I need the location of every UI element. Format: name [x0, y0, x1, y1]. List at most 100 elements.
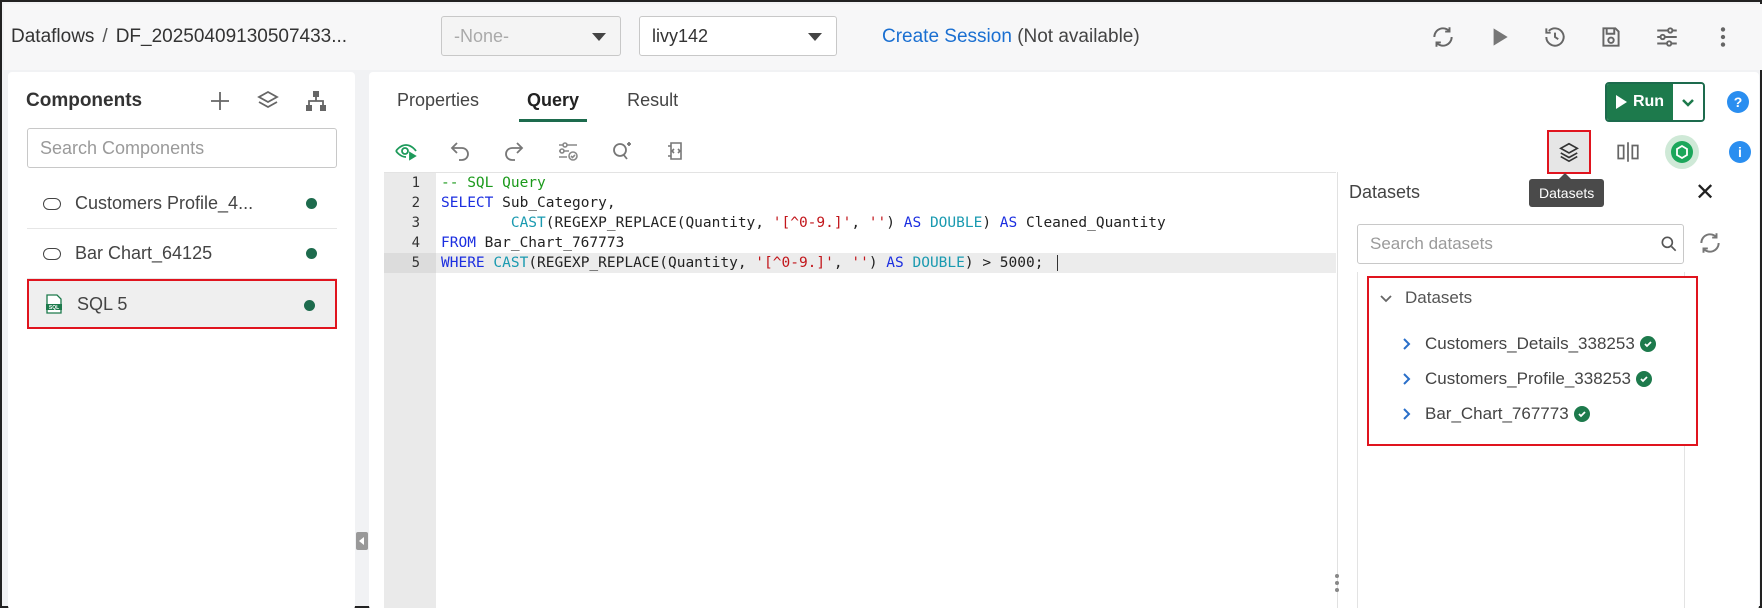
- code-string: '[^0-9.]': [755, 255, 834, 271]
- chevron-down-icon: [1682, 99, 1694, 107]
- hierarchy-button[interactable]: [301, 86, 331, 116]
- top-actions: [1428, 22, 1738, 52]
- layers-icon: [257, 90, 279, 109]
- line-number: 4: [411, 235, 420, 251]
- text-cursor: [1057, 255, 1059, 271]
- run-button[interactable]: Run: [1607, 84, 1673, 120]
- undo-button[interactable]: [445, 136, 475, 166]
- code-snippet-button[interactable]: [661, 136, 691, 166]
- history-button[interactable]: [1540, 22, 1570, 52]
- create-session-link[interactable]: Create Session: [882, 26, 1012, 47]
- breadcrumb-root[interactable]: Dataflows: [11, 26, 94, 47]
- dataset-item-customers-profile[interactable]: Customers_Profile_338253: [1401, 361, 1656, 396]
- query-sparkle-icon: [613, 142, 631, 160]
- component-label: SQL 5: [77, 293, 128, 314]
- settings-sliders-button[interactable]: [1652, 22, 1682, 52]
- hierarchy-icon: [306, 91, 326, 111]
- redo-icon: [505, 142, 524, 161]
- check-circle-icon: [1636, 370, 1653, 387]
- code-string: '[^0-9.]': [772, 215, 852, 231]
- tab-result[interactable]: Result: [627, 90, 678, 122]
- component-item-customers-profile[interactable]: Customers Profile_4...: [27, 179, 337, 229]
- sliders-check-icon: [559, 142, 578, 161]
- code-comment: -- SQL Query: [441, 175, 546, 191]
- collapse-panel-handle[interactable]: [356, 532, 368, 550]
- split-view-button[interactable]: [1613, 137, 1643, 167]
- code-function: CAST: [493, 255, 529, 271]
- more-options-button[interactable]: [1708, 22, 1738, 52]
- component-label: Bar Chart_64125: [75, 243, 213, 263]
- code-type: DOUBLE: [929, 215, 983, 231]
- line-number: 3: [411, 215, 420, 231]
- components-panel: Components Customers Profile_4... Bar Ch…: [8, 72, 355, 608]
- search-datasets-input[interactable]: [1357, 224, 1684, 264]
- dataset-label: Bar_Chart_767773: [1425, 403, 1569, 423]
- format-settings-button[interactable]: [553, 136, 583, 166]
- preview-button[interactable]: [391, 136, 421, 166]
- tree-items: Customers_Details_338253 Customers_Profi…: [1401, 326, 1656, 431]
- ai-assistant-button[interactable]: [1665, 135, 1699, 169]
- line-number: 2: [411, 195, 420, 211]
- tree-root-label: Datasets: [1405, 288, 1473, 307]
- run-options-dropdown[interactable]: [1673, 84, 1703, 120]
- component-item-sql[interactable]: SQL SQL 5: [27, 279, 337, 329]
- chevron-right-icon: [1403, 372, 1411, 385]
- chevron-down-icon: [808, 33, 822, 41]
- code-keyword: FROM: [441, 235, 476, 251]
- plus-icon: [211, 92, 229, 110]
- none-select[interactable]: -None-: [441, 16, 621, 56]
- code-area[interactable]: -- SQL Query SELECT Sub_Category, CAST(R…: [436, 173, 1336, 273]
- livy-select[interactable]: livy142: [639, 16, 837, 56]
- chevron-down-icon: [592, 33, 606, 41]
- code-type: DOUBLE: [912, 255, 965, 271]
- layers-button[interactable]: [253, 86, 283, 116]
- datasets-tree: Datasets Customers_Details_338253 Custom…: [1367, 276, 1698, 446]
- play-button[interactable]: [1484, 22, 1514, 52]
- kebab-menu-icon: [1720, 27, 1726, 47]
- line-number: 1: [411, 175, 420, 191]
- tree-root-datasets[interactable]: Datasets: [1379, 288, 1472, 308]
- save-icon: [1602, 27, 1620, 47]
- panel-splitter[interactable]: [1337, 172, 1338, 608]
- refresh-icon: [1433, 27, 1453, 47]
- datasets-toggle-button[interactable]: [1547, 130, 1591, 174]
- tab-query[interactable]: Query: [519, 90, 588, 122]
- code-line-4: FROM Bar_Chart_767773: [441, 235, 625, 251]
- code-line-1: -- SQL Query: [436, 173, 1336, 193]
- refresh-datasets-icon[interactable]: [1697, 230, 1723, 256]
- session-info: Create Session (Not available): [882, 26, 1140, 48]
- tab-properties[interactable]: Properties: [397, 90, 479, 122]
- save-button[interactable]: [1596, 22, 1626, 52]
- dataset-item-bar-chart[interactable]: Bar_Chart_767773: [1401, 396, 1656, 431]
- play-icon: [1615, 95, 1627, 109]
- editor-right-tools: i: [1547, 130, 1751, 174]
- dataset-node-icon: [43, 247, 61, 260]
- top-bar: Dataflows / DF_20250409130507433... -None-…: [4, 4, 1762, 70]
- code-line-2: SELECT Sub_Category,: [441, 195, 616, 211]
- dataset-item-customers-details[interactable]: Customers_Details_338253: [1401, 326, 1656, 361]
- status-dot: [304, 300, 315, 311]
- code-line-3: CAST(REGEXP_REPLACE(Quantity, '[^0-9.]',…: [510, 215, 1166, 231]
- history-icon: [1545, 27, 1565, 47]
- query-assist-button[interactable]: [607, 136, 637, 166]
- drag-handle[interactable]: [1333, 574, 1341, 594]
- search-components-input[interactable]: [27, 128, 337, 168]
- info-button[interactable]: i: [1729, 141, 1751, 163]
- component-item-bar-chart[interactable]: Bar Chart_64125: [27, 229, 337, 279]
- chevron-down-icon: [1380, 295, 1392, 303]
- breadcrumb-current: DF_20250409130507433...: [115, 26, 348, 47]
- redo-button[interactable]: [499, 136, 529, 166]
- help-button[interactable]: ?: [1727, 91, 1749, 113]
- line-number: 5: [411, 255, 420, 271]
- breadcrumb: Dataflows / DF_20250409130507433...: [11, 26, 347, 48]
- code-keyword: AS: [999, 215, 1018, 231]
- add-component-button[interactable]: [205, 86, 235, 116]
- check-circle-icon: [1639, 335, 1656, 352]
- sql-editor[interactable]: 1 2 3 4 5 -- SQL Query SELECT Sub_Catego…: [384, 172, 1336, 608]
- close-datasets-button[interactable]: ✕: [1695, 178, 1715, 207]
- layers-icon: [1559, 142, 1579, 163]
- refresh-button[interactable]: [1428, 22, 1458, 52]
- dataset-node-icon: [43, 197, 61, 210]
- dataset-label: Customers_Details_338253: [1425, 333, 1635, 353]
- code-file-icon: [668, 142, 682, 160]
